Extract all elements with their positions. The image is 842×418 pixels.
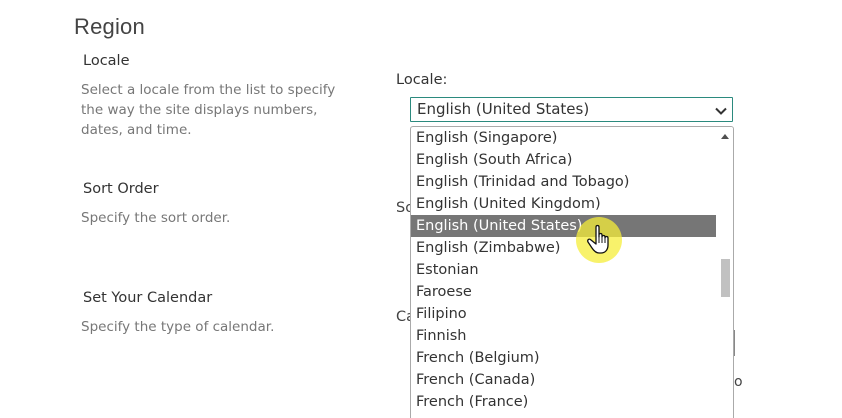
calendar-section-description: Specify the type of calendar. (81, 319, 275, 335)
locale-option[interactable]: English (Singapore) (411, 127, 716, 149)
locale-select[interactable]: English (United States) (410, 97, 733, 122)
calendar-field-label: Ca (396, 309, 410, 325)
locale-option[interactable]: Filipino (411, 303, 716, 325)
sort-order-section-title: Sort Order (83, 181, 159, 197)
calendar-select-edge (734, 330, 735, 356)
locale-option[interactable]: French (Belgium) (411, 347, 716, 369)
locale-options: English (Singapore) English (South Africa… (411, 127, 716, 413)
locale-option[interactable]: English (Trinidad and Tobago) (411, 171, 716, 193)
locale-option[interactable]: English (Zimbabwe) (411, 237, 716, 259)
locale-section-title: Locale (83, 53, 130, 69)
locale-option[interactable]: Finnish (411, 325, 716, 347)
calendar-section-title: Set Your Calendar (83, 290, 213, 306)
locale-dropdown-list[interactable]: English (Singapore) English (South Africa… (410, 126, 734, 418)
locale-option[interactable]: French (Canada) (411, 369, 716, 391)
calendar-option-text: or (734, 374, 742, 390)
locale-option[interactable]: Faroese (411, 281, 716, 303)
locale-section-description: Select a locale from the list to specify… (81, 82, 336, 138)
scroll-up-arrow-icon[interactable] (721, 134, 729, 139)
dropdown-scrollbar[interactable] (717, 127, 733, 418)
locale-option[interactable]: English (United States) (411, 215, 716, 237)
locale-field-label: Locale: (396, 72, 448, 88)
locale-select-value: English (United States) (417, 100, 590, 118)
sort-order-section-description: Specify the sort order. (81, 210, 231, 226)
regional-settings-page: Region Locale Select a locale from the l… (0, 0, 842, 418)
locale-option[interactable]: English (United Kingdom) (411, 193, 716, 215)
locale-option[interactable]: English (South Africa) (411, 149, 716, 171)
chevron-down-icon[interactable] (714, 103, 728, 117)
region-heading: Region (74, 14, 145, 39)
sort-order-field-label: So (396, 200, 410, 216)
scrollbar-thumb[interactable] (721, 259, 730, 297)
locale-option[interactable]: French (France) (411, 391, 716, 413)
locale-option[interactable]: Estonian (411, 259, 716, 281)
